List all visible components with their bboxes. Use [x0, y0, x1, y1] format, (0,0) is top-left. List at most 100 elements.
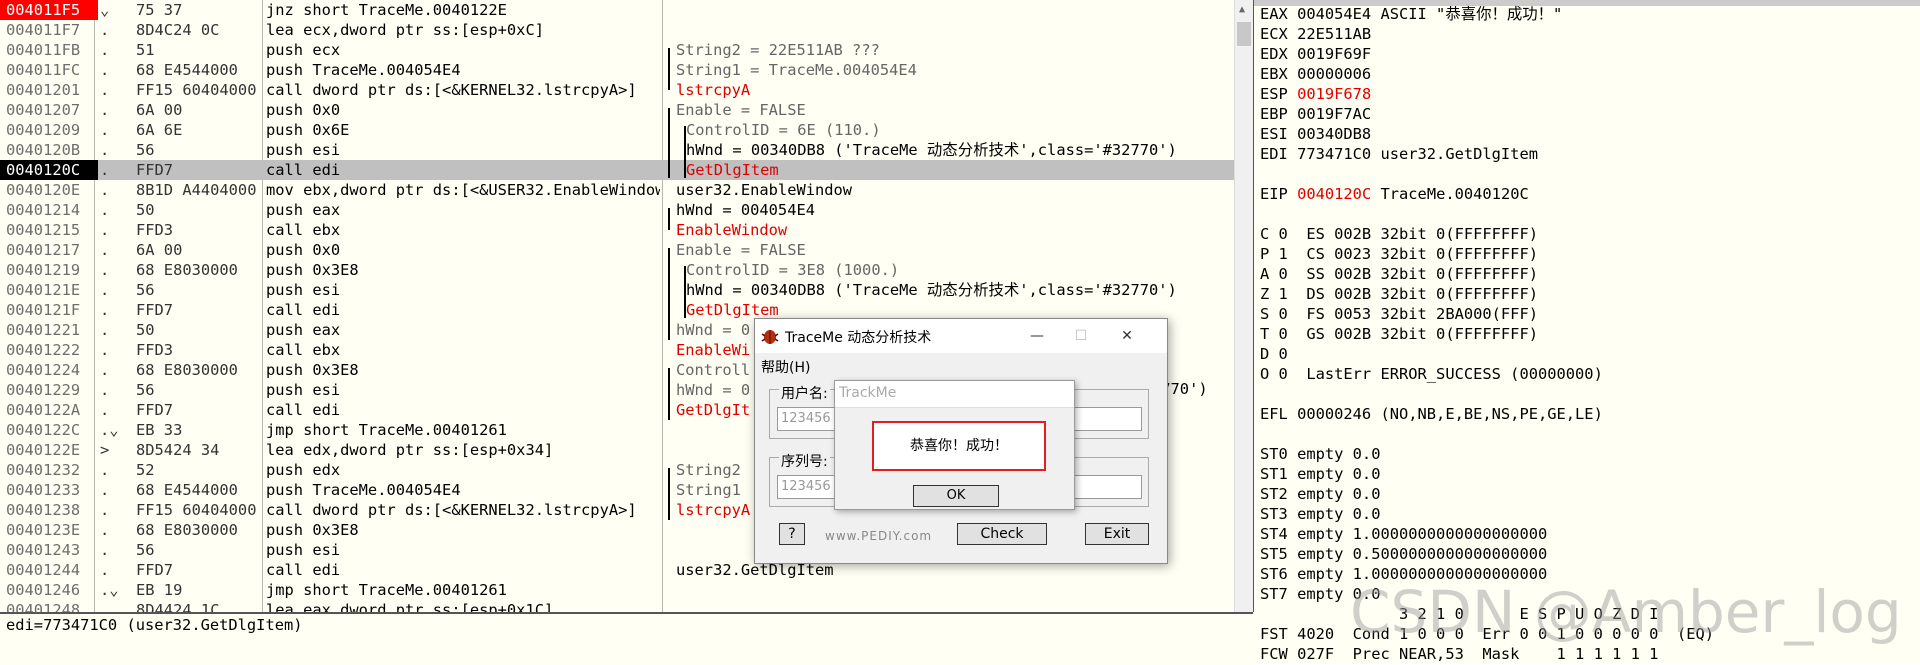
close-button[interactable]: ✕ — [1107, 324, 1147, 348]
comment: String1 = TraceMe.004054E4 — [676, 61, 917, 79]
address: 00401243 — [6, 541, 81, 559]
hex-bytes: EB 33 — [136, 421, 183, 439]
register-text: ESP 0019F678 — [1260, 85, 1372, 103]
register-line[interactable]: P 1 CS 0023 32bit 0(FFFFFFFF) — [1260, 244, 1538, 264]
hex-bytes: 51 — [136, 41, 155, 59]
instruction: push 0x3E8 — [266, 261, 359, 279]
disasm-row[interactable]: 00401214. 50 push eax hWnd = 004054E4 — [0, 200, 1234, 220]
comment: lstrcpyA — [676, 81, 751, 99]
scrollbar-thumb[interactable] — [1237, 22, 1251, 46]
register-line[interactable]: FCW 027F Prec NEAR,53 Mask 1 1 1 1 1 1 — [1260, 644, 1658, 663]
comment: Enable = FALSE — [676, 101, 806, 119]
register-line[interactable]: T 0 GS 002B 32bit 0(FFFFFFFF) — [1260, 324, 1538, 344]
scroll-up-icon[interactable]: ▲ — [1239, 4, 1245, 15]
register-line[interactable]: EDX 0019F69F — [1260, 44, 1371, 64]
register-line[interactable]: S 0 FS 0053 32bit 2BA000(FFF) — [1260, 304, 1538, 324]
disasm-row[interactable]: 00401248. 8D4424 1C lea eax,dword ptr ss:[… — [0, 600, 1234, 612]
info-text: edi=773471C0 (user32.GetDlgItem) — [6, 616, 303, 634]
disasm-row[interactable]: 004011FC. 68 E4544000 push TraceMe.004054E… — [0, 60, 1234, 80]
register-line[interactable]: ST1 empty 0.0 — [1260, 464, 1380, 484]
instruction: call dword ptr ds:[<&KERNEL32.lstrcpyA>] — [266, 501, 637, 519]
register-line[interactable]: EDI 773471C0 user32.GetDlgItem — [1260, 144, 1538, 164]
register-line[interactable]: ST5 empty 0.5000000000000000000 — [1260, 544, 1547, 564]
help-button[interactable]: ? — [779, 523, 805, 545]
disasm-row[interactable]: 0040120C. FFD7 call edi GetDlgItem — [0, 160, 1234, 180]
disasm-row[interactable]: 00401215. FFD3 call ebx EnableWindow — [0, 220, 1234, 240]
disasm-row[interactable]: 00401201. FF15 60404000 call dword ptr ds:… — [0, 80, 1234, 100]
register-line[interactable]: EBP 0019F7AC — [1260, 104, 1371, 124]
maximize-button[interactable]: ☐ — [1061, 324, 1101, 348]
instruction: lea eax,dword ptr ss:[esp+0x1C] — [266, 601, 554, 612]
register-line[interactable]: ECX 22E511AB — [1260, 24, 1371, 44]
register-line[interactable]: ESI 00340DB8 — [1260, 124, 1371, 144]
register-line[interactable]: D 0 — [1260, 344, 1288, 364]
comment: hWnd = 00340DB8 ('TraceMe 动态分析技术',class=… — [686, 141, 1177, 159]
jump-marker: . — [100, 361, 110, 379]
exit-button[interactable]: Exit — [1085, 523, 1149, 545]
message-box[interactable]: TrackMe 恭喜你！成功！ OK — [834, 380, 1075, 510]
register-line[interactable]: ESP 0019F678 — [1260, 84, 1371, 104]
instruction: push eax — [266, 321, 341, 339]
register-line[interactable]: EAX 004054E4 ASCII "恭喜你！成功！" — [1260, 4, 1562, 24]
menu-help[interactable]: 帮助(H) — [761, 357, 810, 377]
instruction: call edi — [266, 401, 341, 419]
comment: GetDlgItem — [686, 161, 779, 179]
register-line[interactable]: C 0 ES 002B 32bit 0(FFFFFFFF) — [1260, 224, 1538, 244]
minimize-button[interactable]: — — [1017, 324, 1057, 348]
address: 00401233 — [6, 481, 81, 499]
hex-bytes: 68 E4544000 — [136, 61, 238, 79]
jump-marker: . — [100, 281, 110, 299]
register-line[interactable]: Z 1 DS 002B 32bit 0(FFFFFFFF) — [1260, 284, 1538, 304]
address: 00401217 — [6, 241, 81, 259]
register-text: EIP 0040120C TraceMe.0040120C — [1260, 185, 1529, 203]
hex-bytes: FFD7 — [136, 401, 174, 419]
disasm-row[interactable]: 004011FB. 51 push ecx String2 = 22E511AB ??… — [0, 40, 1234, 60]
jump-marker: . — [100, 381, 110, 399]
ok-button[interactable]: OK — [913, 485, 999, 507]
register-line[interactable]: EIP 0040120C TraceMe.0040120C — [1260, 184, 1529, 204]
jump-marker: . — [100, 521, 110, 539]
instruction: call ebx — [266, 341, 341, 359]
disasm-row[interactable]: 00401246 .⌄ EB 19 jmp short TraceMe.0040126… — [0, 580, 1234, 600]
register-line[interactable]: O 0 LastErr ERROR_SUCCESS (00000000) — [1260, 364, 1603, 384]
message-box-titlebar[interactable]: TrackMe — [835, 381, 1074, 408]
address: 004011FC — [6, 61, 81, 79]
vertical-scrollbar[interactable]: ▲ — [1234, 0, 1253, 612]
dialog-titlebar[interactable]: TraceMe 动态分析技术 — ☐ ✕ — [755, 319, 1167, 353]
disasm-row[interactable]: 0040121F. FFD7 call edi GetDlgItem — [0, 300, 1234, 320]
registers-pane[interactable]: EAX 004054E4 ASCII "恭喜你！成功！" ECX 22E511AB… — [1254, 0, 1920, 663]
check-button[interactable]: Check — [957, 523, 1047, 545]
register-line[interactable]: EBX 00000006 — [1260, 64, 1371, 84]
comment: String2 = 22E511AB ??? — [676, 41, 880, 59]
address: 00401207 — [6, 101, 81, 119]
disasm-row[interactable]: 004011F5 ⌄ 75 37 jnz short TraceMe.0040122E — [0, 0, 1234, 20]
hex-bytes: 56 — [136, 541, 155, 559]
address: 0040123E — [6, 521, 81, 539]
pediy-link[interactable]: www.PEDIY.com — [825, 529, 932, 543]
disasm-row[interactable]: 00401209. 6A 6E push 0x6E ControlID = 6E (1… — [0, 120, 1234, 140]
hex-bytes: FFD3 — [136, 341, 174, 359]
comment: ControlID = 3E8 (1000.) — [686, 261, 900, 279]
disasm-row[interactable]: 00401219. 68 E8030000 push 0x3E8 ControlID … — [0, 260, 1234, 280]
register-line[interactable]: ST3 empty 0.0 — [1260, 504, 1380, 524]
address: 00401229 — [6, 381, 81, 399]
register-line[interactable]: ST0 empty 0.0 — [1260, 444, 1380, 464]
disasm-row[interactable]: 0040120E. 8B1D A4404000 mov ebx,dword ptr … — [0, 180, 1234, 200]
disasm-row[interactable]: 00401207. 6A 00 push 0x0 Enable = FALSE — [0, 100, 1234, 120]
hex-bytes: 50 — [136, 201, 155, 219]
instruction: call edi — [266, 561, 341, 579]
address: 00401224 — [6, 361, 81, 379]
disasm-row[interactable]: 0040120B. 56 push esi hWnd = 00340DB8 ('Tra… — [0, 140, 1234, 160]
watermark: CSDN @Amber_log — [1350, 578, 1902, 646]
disasm-row[interactable]: 00401217. 6A 00 push 0x0 Enable = FALSE — [0, 240, 1234, 260]
register-line[interactable]: EFL 00000246 (NO,NB,E,BE,NS,PE,GE,LE) — [1260, 404, 1603, 424]
jump-marker: . — [100, 41, 110, 59]
disasm-row[interactable]: 004011F7. 8D4C24 0C lea ecx,dword ptr ss:[… — [0, 20, 1234, 40]
register-line[interactable]: ST4 empty 1.0000000000000000000 — [1260, 524, 1547, 544]
comment: hWnd = 00340DB8 ('TraceMe 动态分析技术',class=… — [686, 281, 1177, 299]
address: 0040120E — [6, 181, 81, 199]
register-line[interactable]: A 0 SS 002B 32bit 0(FFFFFFFF) — [1260, 264, 1538, 284]
username-label: 用户名: — [779, 383, 830, 403]
register-line[interactable]: ST2 empty 0.0 — [1260, 484, 1380, 504]
disasm-row[interactable]: 0040121E. 56 push esi hWnd = 00340DB8 ('Tra… — [0, 280, 1234, 300]
